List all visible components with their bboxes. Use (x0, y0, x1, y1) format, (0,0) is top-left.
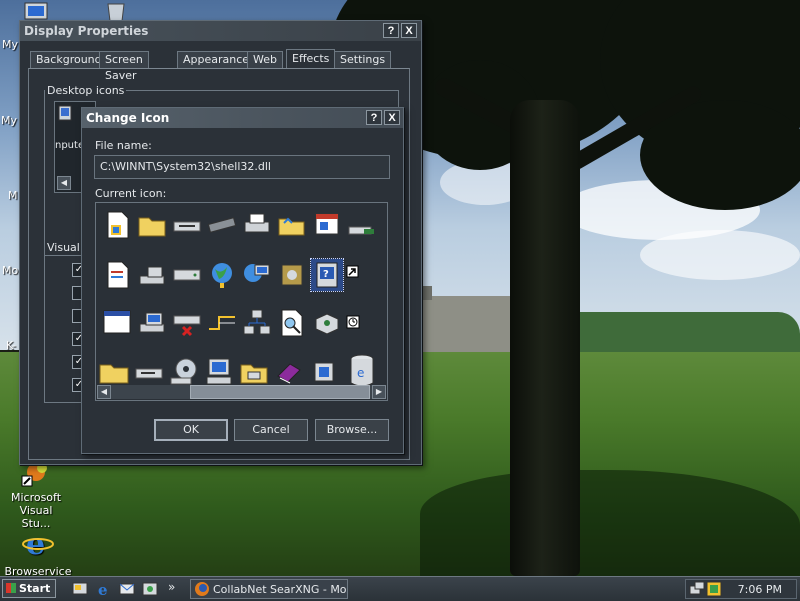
floppy-drive-icon[interactable] (171, 209, 203, 241)
show-desktop-icon[interactable] (72, 581, 88, 597)
document-chart-icon[interactable] (101, 259, 133, 291)
globe-icon[interactable] (206, 259, 238, 291)
cube-icon[interactable] (308, 356, 340, 388)
scroll-left-icon[interactable]: ◀ (57, 176, 71, 190)
wallpaper-cloud (640, 230, 800, 280)
network-cable-icon[interactable] (206, 307, 238, 339)
svg-text:e: e (98, 581, 108, 597)
cd-drive-icon[interactable] (168, 356, 200, 388)
internet-explorer-icon[interactable]: e (96, 581, 112, 599)
scroll-left-icon[interactable]: ◀ (97, 385, 111, 399)
display-properties-titlebar[interactable]: Display Properties ? X (20, 21, 421, 41)
desktop-icon-label-3[interactable]: M (8, 189, 18, 202)
change-icon-dialog: Change Icon ? X File name: C:\WINNT\Syst… (81, 107, 404, 454)
calendar-icon[interactable] (311, 209, 343, 241)
app-tray-icon[interactable] (706, 581, 722, 597)
recycle-bin-icon[interactable]: e (346, 353, 378, 387)
change-icon-title: Change Icon (86, 111, 170, 125)
network-connection-icon[interactable] (136, 307, 168, 339)
selected-help-icon[interactable]: ? (310, 258, 344, 292)
scroll-thumb[interactable] (190, 385, 370, 399)
scroll-track[interactable] (111, 385, 189, 399)
windows-logo-icon (6, 583, 16, 593)
display-properties-title: Display Properties (24, 24, 149, 38)
icon-list-scrollbar[interactable]: ◀ ▶ (97, 385, 386, 399)
desktop-icon-label-1[interactable]: My (2, 38, 18, 51)
desktop-icon-partial-label: npute (55, 140, 85, 151)
search-document-icon[interactable] (276, 307, 308, 339)
desktop-icon-visual-studio[interactable]: Microsoft Visual Stu... (4, 460, 68, 530)
close-button[interactable]: X (384, 110, 400, 125)
browse-button[interactable]: Browse... (315, 419, 389, 441)
file-name-label: File name: (95, 139, 152, 152)
svg-text:?: ? (323, 269, 329, 280)
icon-list[interactable]: ? e ◀ ▶ (95, 202, 388, 401)
wallpaper-chateau (422, 286, 512, 352)
clock-overlay-icon[interactable] (346, 315, 362, 331)
change-icon-titlebar[interactable]: Change Icon ? X (82, 108, 403, 128)
computer-icon (58, 105, 72, 121)
current-icon-label: Current icon: (95, 187, 167, 200)
tab-background[interactable]: Background (30, 51, 108, 68)
closed-folder-icon[interactable] (98, 356, 130, 388)
desktop-icon-label-2[interactable]: My (1, 114, 17, 127)
svg-text:e: e (357, 366, 364, 380)
network-drive-icon[interactable] (346, 209, 378, 241)
computer-drive-icon[interactable] (136, 259, 168, 291)
help-button[interactable]: ? (366, 110, 382, 125)
media-icon[interactable] (142, 581, 158, 597)
tab-effects[interactable]: Effects (286, 49, 336, 69)
ok-button[interactable]: OK (154, 419, 228, 441)
system-tray: 7:06 PM (685, 579, 797, 599)
internet-explorer-icon: e (22, 527, 54, 562)
memory-chip-icon[interactable] (206, 209, 238, 241)
folder-icon[interactable] (136, 209, 168, 241)
desktop-icon-browservice[interactable]: e Browservice (2, 526, 74, 578)
printer-icon[interactable] (241, 209, 273, 241)
package-icon[interactable] (311, 307, 343, 339)
shortcut-arrow-icon[interactable] (346, 265, 362, 281)
quick-launch-more-button[interactable]: » (168, 580, 175, 594)
tab-screen-saver[interactable]: Screen Saver (99, 51, 149, 82)
desktop-icons-group-label: Desktop icons (47, 84, 125, 97)
wallpaper-trunk (510, 100, 580, 576)
tab-settings[interactable]: Settings (334, 51, 392, 68)
file-name-input[interactable]: C:\WINNT\System32\shell32.dll (94, 155, 390, 179)
my-computer-icon[interactable] (203, 356, 235, 388)
network-tray-icon[interactable] (689, 581, 705, 597)
removable-drive-icon[interactable] (133, 356, 165, 388)
control-panel-icon[interactable] (276, 259, 308, 291)
window-icon[interactable] (101, 307, 133, 339)
document-icon[interactable] (101, 209, 133, 241)
scroll-right-icon[interactable]: ▶ (372, 385, 386, 399)
outlook-express-icon[interactable] (119, 581, 135, 597)
taskbar: Start e » CollabNet SearXNG - Mozil... 7… (0, 576, 800, 601)
open-folder-icon[interactable] (276, 209, 308, 241)
start-button[interactable]: Start (2, 579, 56, 598)
monitor-icon (24, 2, 48, 20)
network-computers-icon[interactable] (241, 259, 273, 291)
clock: 7:06 PM (737, 583, 782, 596)
recycle-bin-icon (107, 3, 125, 22)
wallpaper-tree-shadow (420, 470, 800, 576)
tab-web[interactable]: Web (247, 51, 283, 68)
book-icon[interactable] (273, 356, 305, 388)
network-neighborhood-icon[interactable] (241, 307, 273, 339)
tab-appearance[interactable]: Appearance (177, 51, 256, 68)
visual-effects-group-label: Visual (47, 241, 80, 254)
network-folder-icon[interactable] (238, 356, 270, 388)
cancel-button[interactable]: Cancel (234, 419, 308, 441)
firefox-icon (195, 582, 209, 596)
help-button[interactable]: ? (383, 23, 399, 38)
hard-drive-icon[interactable] (171, 259, 203, 291)
desktop-icon-label-5[interactable]: K- (6, 339, 16, 352)
task-button-browser[interactable]: CollabNet SearXNG - Mozil... (190, 579, 348, 599)
close-button[interactable]: X (401, 23, 417, 38)
svg-text:e: e (26, 527, 45, 562)
disconnected-drive-icon[interactable] (171, 307, 203, 339)
